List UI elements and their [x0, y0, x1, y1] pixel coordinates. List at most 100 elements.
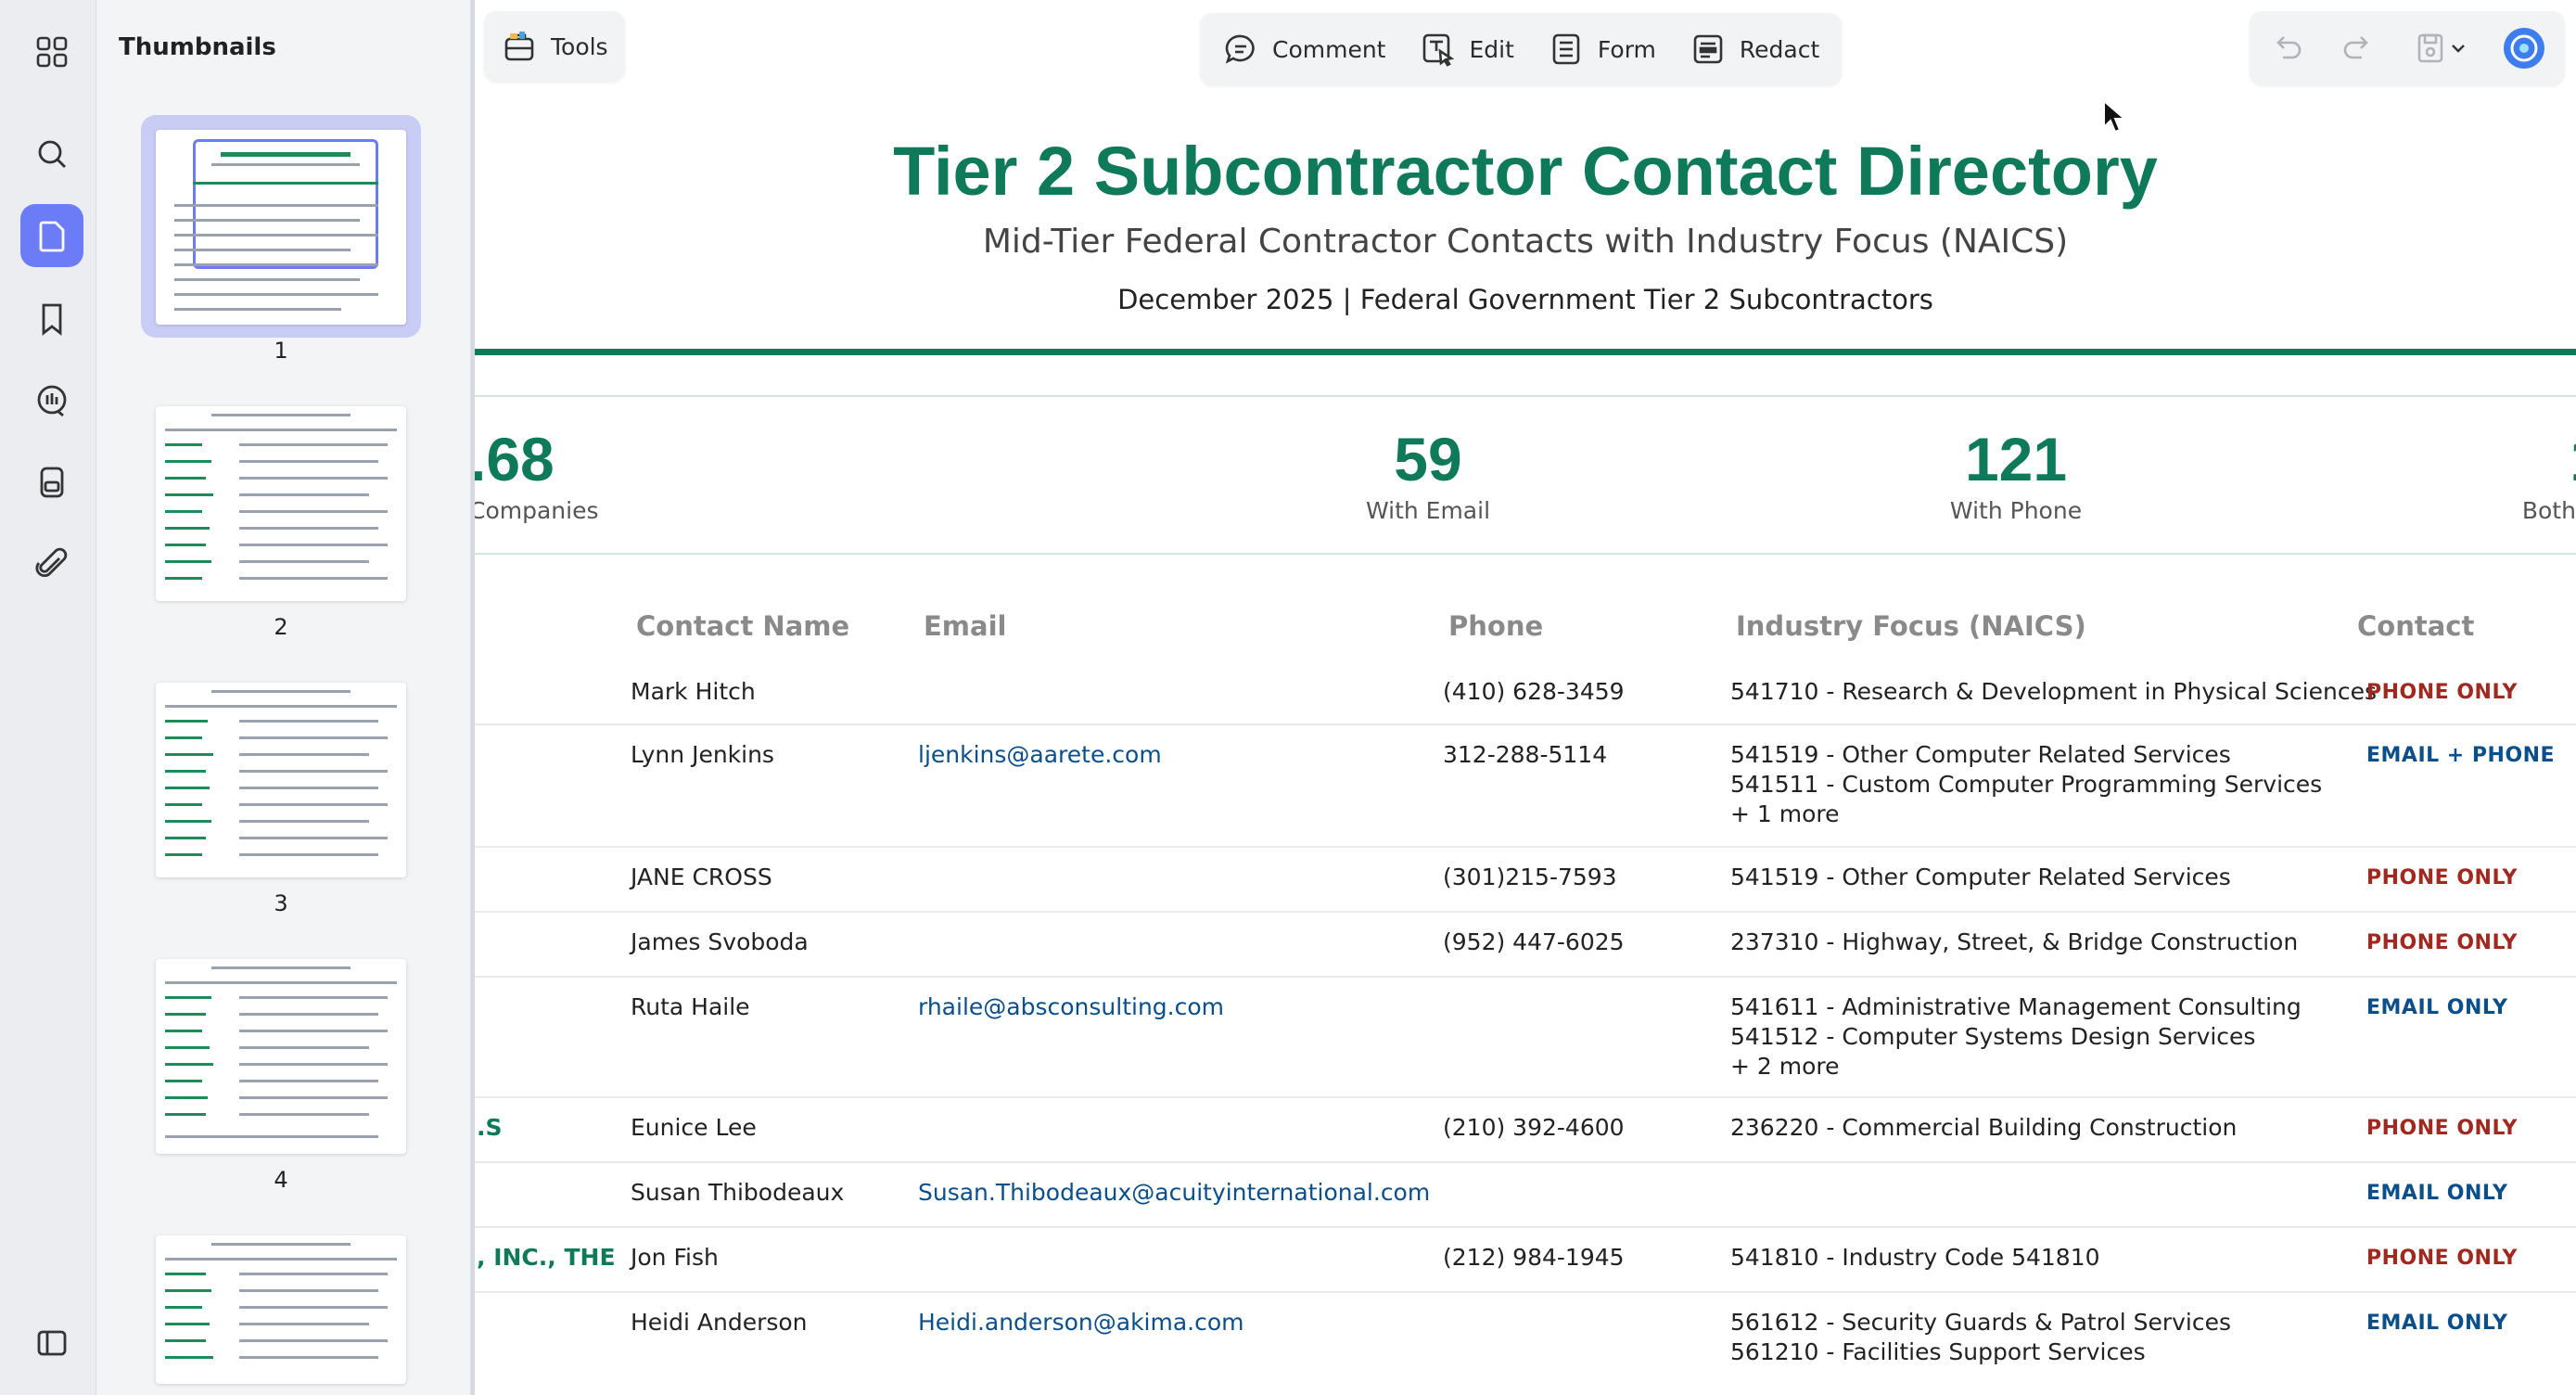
thumbnail-page-image	[156, 683, 406, 877]
phone: (410) 628-3459	[1443, 678, 1625, 705]
stat-value: 59	[1394, 425, 1462, 493]
page-thumbnail-4[interactable]: 4	[156, 959, 406, 1193]
contact-badge: EMAIL + PHONE	[2366, 744, 2556, 767]
header-industry-focus: Industry Focus (NAICS)	[1736, 610, 2086, 642]
company-name: .S	[477, 1114, 503, 1141]
stat-with-email: 59 With Email	[1289, 425, 1567, 524]
header-email: Email	[924, 610, 1007, 642]
email-link[interactable]: rhaile@absconsulting.com	[918, 992, 1224, 1022]
naics-code: 236220 - Commercial Building Constructio…	[1730, 1114, 2238, 1141]
edit-button[interactable]: Edit	[1403, 17, 1531, 82]
contact-name: James Svoboda	[631, 928, 809, 955]
document-title: Tier 2 Subcontractor Contact Directory	[893, 133, 2158, 210]
page-thumbnail-2[interactable]: 2	[156, 406, 406, 640]
email-link[interactable]: Heidi.anderson@akima.com	[918, 1308, 1244, 1337]
redact-icon	[1693, 34, 1723, 64]
form-button[interactable]: Form	[1531, 17, 1673, 82]
thumbnail-page-image	[156, 130, 406, 325]
chevron-down-icon	[2451, 45, 2465, 53]
table-row: Mark Hitch (410) 628-3459 541710 - Resea…	[475, 664, 2576, 725]
stat-value: 12	[2465, 425, 2576, 493]
table-row: Heidi Anderson Heidi.anderson@akima.com …	[475, 1295, 2576, 1395]
phone: (301)215-7593	[1443, 864, 1617, 890]
contact-badge: EMAIL ONLY	[2366, 996, 2508, 1019]
stamp-icon[interactable]	[20, 451, 83, 514]
tools-button[interactable]: Tools	[484, 11, 625, 82]
naics-code: 561612 - Security Guards & Patrol Servic…	[1730, 1309, 2232, 1336]
form-icon	[1552, 33, 1580, 65]
contact-name: Eunice Lee	[631, 1114, 757, 1141]
page-thumbnail-3[interactable]: 3	[156, 683, 406, 916]
main-toolbar: Comment Edit Form Redact	[1200, 13, 1843, 85]
phone: (212) 984-1945	[1443, 1244, 1625, 1271]
thumbnail-page-image	[156, 959, 406, 1154]
header-contact-name: Contact Name	[636, 610, 850, 642]
table-row: Lynn Jenkins ljenkins@aarete.com 312-288…	[475, 727, 2576, 848]
naics-code: 541519 - Other Computer Related Services	[1730, 864, 2231, 890]
table-row: .S Eunice Lee (210) 392-4600 236220 - Co…	[475, 1100, 2576, 1163]
save-menu[interactable]	[2412, 30, 2468, 67]
contact-badge: PHONE ONLY	[2366, 866, 2518, 889]
header-phone: Phone	[1448, 610, 1544, 642]
comment-button[interactable]: Comment	[1205, 17, 1403, 82]
history-toolbar	[2250, 11, 2565, 85]
contact-badge: PHONE ONLY	[2366, 1117, 2518, 1140]
stat-label: With Email	[1365, 497, 1491, 524]
apps-icon[interactable]	[20, 20, 83, 83]
page-thumbnail-1[interactable]: 1	[141, 115, 421, 364]
redact-button[interactable]: Redact	[1673, 17, 1836, 82]
search-icon[interactable]	[20, 122, 83, 186]
naics-code: 541511 - Custom Computer Programming Ser…	[1730, 771, 2323, 798]
company-name: , INC., THE	[477, 1244, 616, 1271]
bookmark-icon[interactable]	[20, 288, 83, 351]
document-page: Tools Comment Edit Form Redact Tier 2 Su…	[475, 0, 2576, 1395]
form-label: Form	[1597, 35, 1656, 63]
naics-more: + 2 more	[1730, 1053, 1840, 1080]
naics-code: 237310 - Highway, Street, & Bridge Const…	[1730, 928, 2299, 955]
attachment-icon[interactable]	[20, 532, 83, 595]
table-row: , INC., THE Jon Fish (212) 984-1945 5418…	[475, 1230, 2576, 1293]
stat-value: .68	[475, 425, 555, 493]
naics-more: + 1 more	[1730, 800, 1840, 827]
contact-name: Jon Fish	[631, 1244, 719, 1271]
thumbnail-page-number: 4	[274, 1167, 288, 1193]
stat-label: Companies	[475, 497, 599, 524]
table-row: James Svoboda (952) 447-6025 237310 - Hi…	[475, 915, 2576, 978]
naics-code: 541611 - Administrative Management Consu…	[1730, 993, 2302, 1020]
pdf-editor-window: Thumbnails 1 2 3 4 Tools Comment Edit Fo…	[0, 0, 2576, 1395]
contact-badge: PHONE ONLY	[2366, 681, 2518, 704]
contact-name: Mark Hitch	[631, 678, 756, 705]
thumbnail-page-image	[156, 406, 406, 601]
phone: 312-288-5114	[1443, 741, 1608, 768]
sidebar-settings-icon[interactable]	[20, 1312, 83, 1375]
edit-icon	[1422, 33, 1454, 67]
cursor-icon	[2103, 98, 2127, 134]
edit-label: Edit	[1469, 35, 1514, 63]
contact-badge: EMAIL ONLY	[2366, 1312, 2508, 1335]
comments-icon[interactable]	[20, 369, 83, 432]
redo-icon[interactable]	[2340, 30, 2377, 67]
thumbnails-title: Thumbnails	[119, 33, 276, 61]
thumbnail-page-number: 2	[274, 614, 288, 640]
thumbnails-panel: Thumbnails 1 2 3 4	[96, 0, 471, 1395]
assistant-icon[interactable]	[2502, 26, 2546, 70]
pages-icon[interactable]	[20, 204, 83, 267]
phone: (952) 447-6025	[1443, 928, 1625, 955]
contact-badge: PHONE ONLY	[2366, 1247, 2518, 1270]
naics-code: 541512 - Computer Systems Design Service…	[1730, 1023, 2256, 1050]
email-link[interactable]: ljenkins@aarete.com	[918, 740, 1162, 770]
stats-top-rule	[475, 395, 2576, 397]
contact-name: JANE CROSS	[631, 864, 772, 890]
contact-name: Lynn Jenkins	[631, 741, 774, 768]
contact-name: Heidi Anderson	[631, 1309, 808, 1336]
table-row: Ruta Haile rhaile@absconsulting.com 5416…	[475, 979, 2576, 1098]
contact-badge: EMAIL ONLY	[2366, 1182, 2508, 1205]
header-rule	[475, 349, 2576, 355]
page-thumbnail-5[interactable]	[156, 1235, 406, 1384]
undo-icon[interactable]	[2268, 30, 2305, 67]
table-row: JANE CROSS (301)215-7593 541519 - Other …	[475, 850, 2576, 913]
stat-value: 121	[1964, 425, 2068, 493]
naics-code: 541519 - Other Computer Related Services	[1730, 741, 2231, 768]
header-contact: Contact	[2357, 610, 2475, 642]
email-link[interactable]: Susan.Thibodeaux@acuityinternational.com	[918, 1178, 1430, 1208]
